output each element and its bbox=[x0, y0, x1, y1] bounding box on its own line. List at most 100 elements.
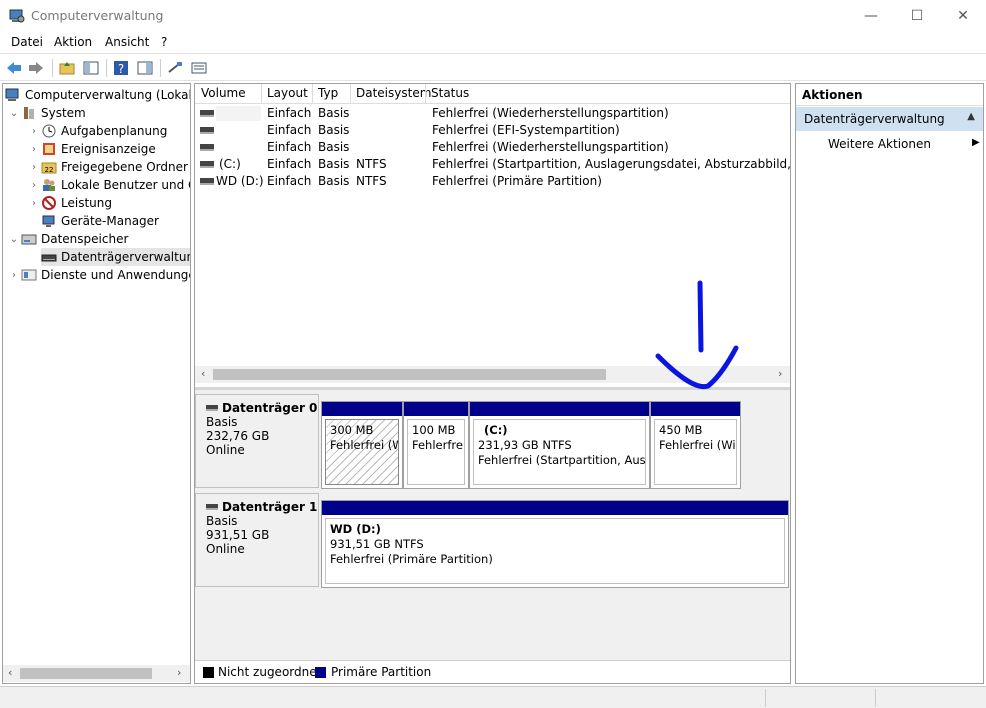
volume-row[interactable]: Einfach Basis Fehlerfrei (Wiederherstell… bbox=[195, 105, 790, 122]
volume-table-header: Volume Layout Typ Dateisystem Status bbox=[195, 84, 790, 104]
volume-filesystem: NTFS bbox=[356, 157, 387, 171]
chevron-right-icon[interactable]: › bbox=[29, 126, 39, 137]
partition-size: 300 MB bbox=[330, 423, 374, 437]
volume-type: Basis bbox=[318, 157, 350, 171]
shared-folders-icon: 22 bbox=[41, 159, 57, 175]
performance-icon bbox=[41, 195, 57, 211]
tree-label: Dienste und Anwendungen bbox=[41, 268, 191, 282]
partition-name: WD (D:) bbox=[330, 522, 381, 536]
volume-status: Fehlerfrei (EFI-Systempartition) bbox=[432, 123, 620, 137]
tree-item-system[interactable]: ⌄ System bbox=[9, 104, 86, 122]
maximize-button[interactable]: ☐ bbox=[894, 0, 940, 32]
collapse-up-icon[interactable]: ▲ bbox=[967, 111, 975, 122]
scroll-right-icon[interactable]: › bbox=[778, 367, 782, 380]
window-title: Computerverwaltung bbox=[31, 8, 164, 23]
tree-item-lokale-benutzer[interactable]: › Lokale Benutzer und Gruppen bbox=[29, 176, 190, 194]
svg-text:22: 22 bbox=[45, 166, 54, 174]
tree-item-leistung[interactable]: › Leistung bbox=[29, 194, 112, 212]
partition-size: 931,51 GB NTFS bbox=[330, 537, 424, 551]
partition-body: 100 MB Fehlerfrei bbox=[407, 419, 465, 485]
tree-item-aufgabenplanung[interactable]: › Aufgabenplanung bbox=[29, 122, 167, 140]
tree-label: Datenträgerverwaltung bbox=[61, 250, 191, 264]
chevron-right-icon[interactable]: › bbox=[29, 198, 39, 209]
tree-item-dienste[interactable]: › Dienste und Anwendungen bbox=[9, 266, 191, 284]
legend-label: Primäre Partition bbox=[331, 665, 432, 679]
system-tools-icon bbox=[21, 105, 37, 121]
show-hide-action-pane-icon[interactable] bbox=[136, 59, 154, 77]
more-actions-item[interactable]: Weitere Aktionen ▶ bbox=[828, 137, 980, 151]
column-header-status[interactable]: Status bbox=[431, 86, 469, 100]
primary-partition-swatch bbox=[315, 667, 326, 678]
help-icon[interactable]: ? bbox=[112, 59, 130, 77]
disk-size: 931,51 GB bbox=[206, 528, 270, 542]
actions-section-datentraegerverwaltung[interactable]: Datenträgerverwaltung ▲ bbox=[796, 107, 983, 131]
partition-recovery-1[interactable]: 300 MB Fehlerfrei (W bbox=[321, 401, 403, 489]
tree-item-datenspeicher[interactable]: ⌄ Datenspeicher bbox=[9, 230, 129, 248]
minimize-button[interactable]: — bbox=[848, 0, 894, 32]
partition-efi[interactable]: 100 MB Fehlerfrei bbox=[403, 401, 469, 489]
tree-item-freigegebene-ordner[interactable]: › 22 Freigegebene Ordner bbox=[29, 158, 188, 176]
tree-item-datentraegerverwaltung[interactable]: Datenträgerverwaltung bbox=[41, 248, 191, 266]
connect-icon[interactable] bbox=[166, 59, 184, 77]
column-header-layout[interactable]: Layout bbox=[267, 86, 308, 100]
legend-label: Nicht zugeordnet bbox=[218, 665, 322, 679]
disk-icon bbox=[200, 178, 214, 185]
volume-type: Basis bbox=[318, 140, 350, 154]
volume-row[interactable]: Einfach Basis Fehlerfrei (EFI-Systempart… bbox=[195, 122, 790, 139]
volume-row[interactable]: (C:) Einfach Basis NTFS Fehlerfrei (Star… bbox=[195, 156, 790, 173]
disk-type: Basis bbox=[206, 514, 238, 528]
volume-row[interactable]: Einfach Basis Fehlerfrei (Wiederherstell… bbox=[195, 139, 790, 156]
close-button[interactable]: ✕ bbox=[940, 0, 986, 32]
tree-item-computerverwaltung[interactable]: Computerverwaltung (Lokal) bbox=[5, 86, 190, 104]
partition-status: Fehlerfrei bbox=[412, 438, 465, 452]
column-header-typ[interactable]: Typ bbox=[318, 86, 338, 100]
column-header-volume[interactable]: Volume bbox=[201, 86, 246, 100]
tree-label: Leistung bbox=[61, 196, 112, 210]
event-viewer-icon bbox=[41, 141, 57, 157]
partition-c[interactable]: (C:) 231,93 GB NTFS Fehlerfrei (Startpar… bbox=[469, 401, 650, 489]
tree-horizontal-scrollbar[interactable]: ‹ › bbox=[3, 665, 190, 682]
task-scheduler-icon bbox=[41, 123, 57, 139]
tree-label: Aufgabenplanung bbox=[61, 124, 168, 138]
tree-label: Lokale Benutzer und Gruppen bbox=[61, 178, 190, 192]
column-header-dateisystem[interactable]: Dateisystem bbox=[356, 86, 431, 100]
volume-type: Basis bbox=[318, 123, 350, 137]
menu-aktion[interactable]: Aktion bbox=[54, 35, 92, 49]
disk-0-label[interactable]: Datenträger 0 Basis 232,76 GB Online bbox=[195, 394, 319, 488]
scroll-left-icon[interactable]: ‹ bbox=[201, 367, 205, 380]
volume-name bbox=[216, 106, 261, 121]
scrollbar-thumb[interactable] bbox=[213, 369, 606, 380]
show-hide-tree-icon[interactable] bbox=[82, 59, 100, 77]
chevron-right-icon[interactable]: › bbox=[29, 144, 39, 155]
menu-ansicht[interactable]: Ansicht bbox=[105, 35, 149, 49]
scroll-right-icon[interactable]: › bbox=[177, 666, 181, 679]
up-folder-icon[interactable] bbox=[58, 59, 76, 77]
partition-recovery-2[interactable]: 450 MB Fehlerfrei (Wie bbox=[650, 401, 741, 489]
menu-datei[interactable]: Datei bbox=[11, 35, 43, 49]
partition-status: Fehlerfrei (Wie bbox=[659, 438, 737, 452]
chevron-right-icon[interactable]: › bbox=[9, 270, 19, 281]
tree-item-geraete-manager[interactable]: Geräte-Manager bbox=[41, 212, 159, 230]
disk-state: Online bbox=[206, 443, 245, 457]
forward-arrow-icon[interactable] bbox=[27, 59, 45, 77]
chevron-right-icon[interactable]: › bbox=[29, 180, 39, 191]
chevron-down-icon[interactable]: ⌄ bbox=[9, 234, 19, 245]
scroll-left-icon[interactable]: ‹ bbox=[8, 666, 12, 679]
partition-status: Fehlerfrei (Startpartition, Auslag bbox=[478, 453, 646, 467]
menu-help[interactable]: ? bbox=[161, 35, 167, 49]
title-bar[interactable]: Computerverwaltung — ☐ ✕ bbox=[0, 0, 986, 32]
scrollbar-thumb[interactable] bbox=[20, 668, 152, 679]
chevron-down-icon[interactable]: ⌄ bbox=[9, 108, 19, 119]
volume-type: Basis bbox=[318, 106, 350, 120]
disk-management-icon bbox=[41, 249, 57, 265]
disk-1-label[interactable]: Datenträger 1 Basis 931,51 GB Online bbox=[195, 493, 319, 587]
chevron-right-icon[interactable]: › bbox=[29, 162, 39, 173]
back-arrow-icon[interactable] bbox=[5, 59, 23, 77]
properties-list-icon[interactable] bbox=[190, 59, 208, 77]
volume-row[interactable]: WD (D:) Einfach Basis NTFS Fehlerfrei (P… bbox=[195, 173, 790, 190]
disk-icon bbox=[200, 144, 214, 151]
tree-item-ereignisanzeige[interactable]: › Ereignisanzeige bbox=[29, 140, 156, 158]
partition-body: WD (D:) 931,51 GB NTFS Fehlerfrei (Primä… bbox=[325, 518, 785, 584]
more-actions-label: Weitere Aktionen bbox=[828, 137, 931, 151]
partition-d[interactable]: WD (D:) 931,51 GB NTFS Fehlerfrei (Primä… bbox=[321, 500, 789, 588]
